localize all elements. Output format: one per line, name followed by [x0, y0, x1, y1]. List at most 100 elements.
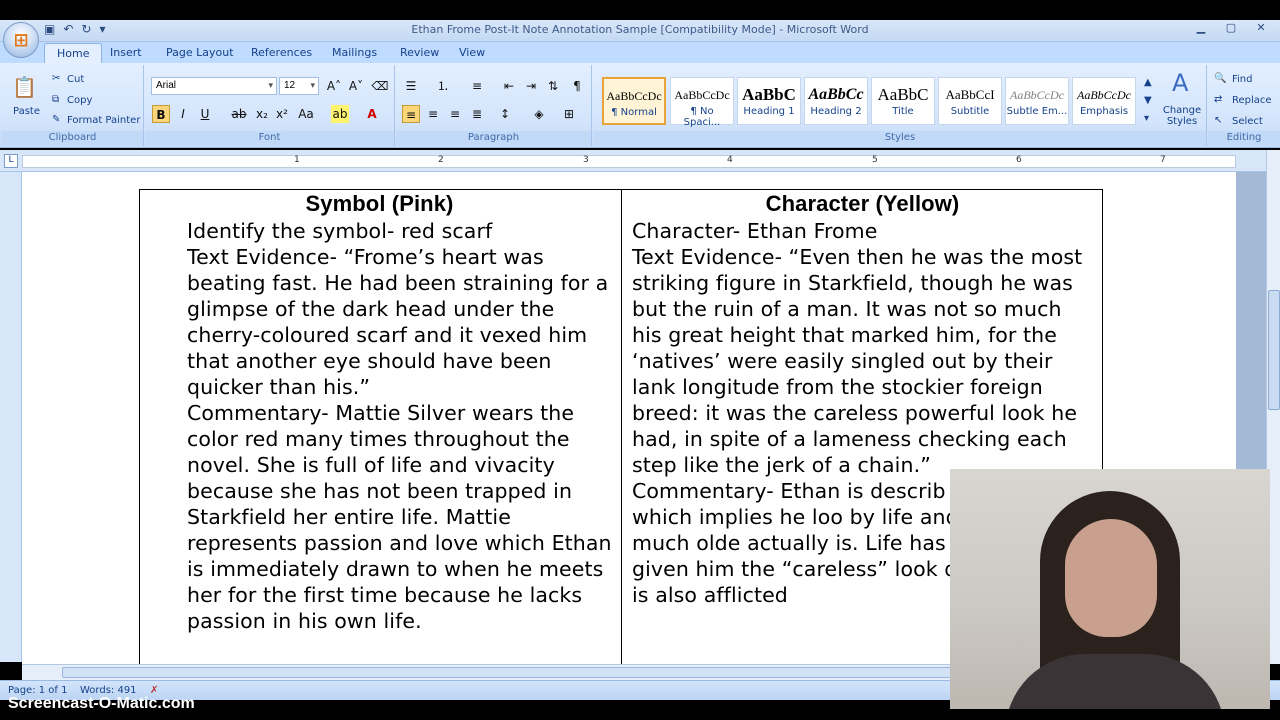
tab-insert[interactable]: Insert [110, 46, 142, 59]
change-case-icon[interactable]: Aa [297, 105, 315, 123]
style-subtle-emphasis[interactable]: AaBbCcDc Subtle Em... [1005, 77, 1069, 125]
replace-button[interactable]: Replace [1232, 95, 1272, 106]
ribbon: 📋 Paste ✂ Cut ⧉ Copy ✎ Format Painter Cl… [0, 63, 1280, 148]
horizontal-ruler[interactable]: L [0, 150, 1266, 172]
vertical-ruler[interactable] [0, 172, 22, 662]
copy-icon[interactable]: ⧉ [52, 94, 59, 105]
shading-icon[interactable]: ◈ [530, 105, 548, 123]
style-heading-2[interactable]: AaBbCc Heading 2 [804, 77, 868, 125]
select-button[interactable]: Select [1232, 116, 1263, 127]
editing-group: 🔍 Find ⇄ Replace ↖ Select Editing [1208, 65, 1280, 146]
font-group: Arial 12 A˄ A˅ ⌫ B I U ab x₂ x² Aa ab A … [145, 65, 395, 146]
bullets-icon[interactable]: ☰ [402, 77, 420, 95]
justify-icon[interactable]: ≣ [468, 105, 486, 123]
tab-mailings[interactable]: Mailings [332, 46, 377, 59]
symbol-heading: Symbol (Pink) [305, 191, 454, 216]
increase-indent-icon[interactable]: ⇥ [522, 77, 540, 95]
align-center-icon[interactable]: ≡ [424, 105, 442, 123]
symbol-identify: Identify the symbol- red scarf [187, 219, 493, 243]
evidence-label: Text Evidence [632, 245, 775, 269]
paragraph-group-label: Paragraph [396, 131, 591, 145]
find-icon[interactable]: 🔍 [1214, 73, 1226, 84]
select-icon[interactable]: ↖ [1214, 115, 1222, 126]
style-normal[interactable]: AaBbCcDc ¶ Normal [602, 77, 666, 125]
window-title: Ethan Frome Post-It Note Annotation Samp… [411, 23, 869, 36]
shrink-font-icon[interactable]: A˅ [347, 77, 365, 95]
change-styles-icon[interactable]: A [1172, 69, 1188, 97]
align-left-icon[interactable]: ≡ [402, 105, 420, 123]
tab-selector-icon[interactable]: L [4, 154, 18, 168]
tab-references[interactable]: References [251, 46, 312, 59]
show-hide-icon[interactable]: ¶ [568, 77, 586, 95]
line-spacing-icon[interactable]: ↕ [496, 105, 514, 123]
ruler-number: 1 [294, 155, 300, 165]
tab-page-layout[interactable]: Page Layout [166, 46, 234, 59]
webcam-person-face [1065, 519, 1157, 637]
paste-icon[interactable]: 📋 [12, 75, 37, 99]
sort-icon[interactable]: ⇅ [544, 77, 562, 95]
style-heading-1[interactable]: AaBbC Heading 1 [737, 77, 801, 125]
ruler-number: 6 [1016, 155, 1022, 165]
underline-icon[interactable]: U [196, 105, 214, 123]
clipboard-group: 📋 Paste ✂ Cut ⧉ Copy ✎ Format Painter Cl… [2, 65, 144, 146]
decrease-indent-icon[interactable]: ⇤ [500, 77, 518, 95]
cut-button[interactable]: Cut [67, 74, 84, 85]
superscript-icon[interactable]: x² [273, 105, 291, 123]
tab-review[interactable]: Review [400, 46, 439, 59]
minimize-icon[interactable]: ▁ [1192, 21, 1210, 37]
borders-icon[interactable]: ⊞ [560, 105, 578, 123]
styles-group-label: Styles [594, 131, 1206, 145]
ruler-number: 5 [872, 155, 878, 165]
styles-scroll-up-icon[interactable]: ▲ [1144, 77, 1152, 88]
character-heading: Character (Yellow) [765, 191, 960, 216]
maximize-icon[interactable]: ▢ [1222, 21, 1240, 37]
find-button[interactable]: Find [1232, 74, 1253, 85]
styles-more-icon[interactable]: ▾ [1144, 113, 1149, 124]
commentary-label: Commentary [632, 479, 767, 503]
highlight-icon[interactable]: ab [331, 105, 349, 123]
strikethrough-icon[interactable]: ab [230, 105, 248, 123]
paste-button[interactable]: Paste [13, 106, 40, 117]
vertical-scroll-thumb[interactable] [1268, 290, 1280, 410]
webcam-person-shoulders [1005, 654, 1225, 709]
ruler-bar [22, 155, 1236, 168]
commentary-label: Commentary [187, 401, 322, 425]
symbol-commentary: Commentary- Mattie Silver wears the colo… [187, 400, 613, 634]
format-painter-button[interactable]: Format Painter [67, 115, 140, 126]
tab-view[interactable]: View [459, 46, 485, 59]
office-logo-icon: ⊞ [13, 29, 29, 51]
copy-button[interactable]: Copy [67, 95, 92, 106]
cut-icon[interactable]: ✂ [52, 73, 60, 84]
replace-icon[interactable]: ⇄ [1214, 94, 1222, 105]
bold-icon[interactable]: B [152, 105, 170, 123]
numbering-icon[interactable]: ⒈ [434, 77, 452, 95]
clear-formatting-icon[interactable]: ⌫ [371, 77, 389, 95]
evidence-label: Text Evidence [187, 245, 330, 269]
font-name-select[interactable]: Arial [151, 77, 277, 95]
align-right-icon[interactable]: ≡ [446, 105, 464, 123]
subscript-icon[interactable]: x₂ [253, 105, 271, 123]
style-subtitle[interactable]: AaBbCcI Subtitle [938, 77, 1002, 125]
office-button[interactable]: ⊞ [3, 22, 39, 58]
grow-font-icon[interactable]: A˄ [325, 77, 343, 95]
style-no-spacing[interactable]: AaBbCcDc ¶ No Spaci... [670, 77, 734, 128]
font-color-icon[interactable]: A [363, 105, 381, 123]
format-painter-icon[interactable]: ✎ [52, 114, 60, 125]
ruler-number: 3 [583, 155, 589, 165]
change-styles-button[interactable]: Change Styles [1160, 105, 1204, 127]
close-icon[interactable]: ✕ [1252, 21, 1270, 37]
ruler-number: 2 [438, 155, 444, 165]
styles-scroll-down-icon[interactable]: ▼ [1144, 95, 1152, 106]
font-size-select[interactable]: 12 [279, 77, 319, 95]
character-identify: Character- Ethan Frome [632, 219, 878, 243]
character-evidence: Text Evidence- “Even then he was the mos… [632, 244, 1087, 478]
style-emphasis[interactable]: AaBbCcDc Emphasis [1072, 77, 1136, 125]
symbol-evidence: Text Evidence- “Frome’s heart was beatin… [187, 244, 613, 400]
table-cell-symbol[interactable]: Symbol (Pink) Identify the symbol- red s… [187, 190, 613, 634]
tab-home[interactable]: Home [44, 43, 103, 64]
multilevel-list-icon[interactable]: ≡ [468, 77, 486, 95]
style-title[interactable]: AaBbC Title [871, 77, 935, 125]
styles-group: AaBbCcDc ¶ Normal AaBbCcDc ¶ No Spaci...… [594, 65, 1207, 146]
italic-icon[interactable]: I [174, 105, 192, 123]
ruler-number: 4 [727, 155, 733, 165]
